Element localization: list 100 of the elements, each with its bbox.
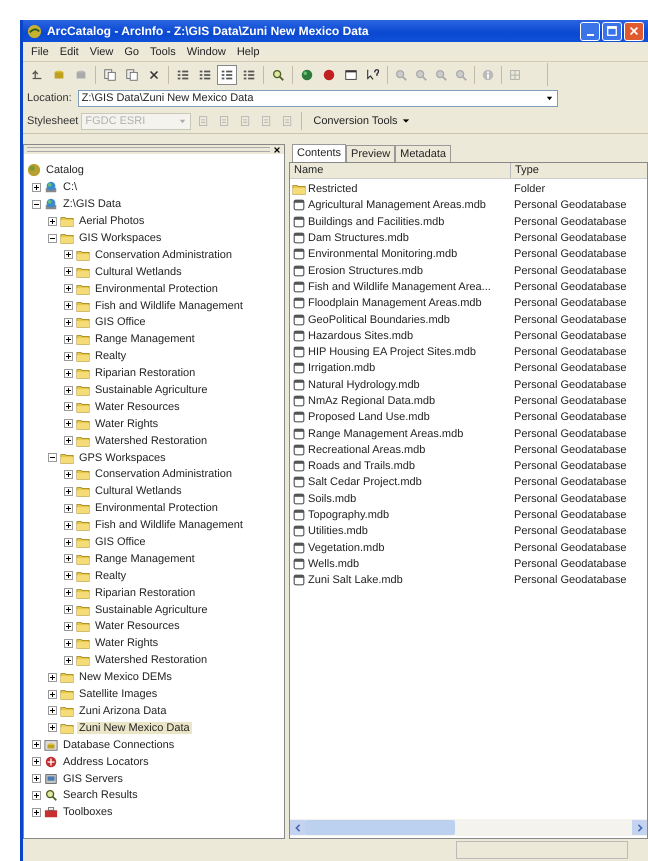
tree-item[interactable]: C:\	[61, 181, 80, 194]
expander-icon[interactable]	[64, 571, 73, 580]
tree-item[interactable]: Riparian Restoration	[93, 367, 198, 380]
file-name[interactable]: Dam Structures.mdb	[308, 232, 409, 244]
expander-icon[interactable]	[64, 504, 73, 513]
menu-item[interactable]: Window	[184, 44, 228, 58]
menu-item[interactable]: View	[88, 44, 116, 58]
menu-item[interactable]: Go	[122, 44, 142, 58]
tree-item[interactable]: Z:\GIS Data	[61, 198, 124, 210]
expander-icon[interactable]	[64, 352, 73, 361]
column-header[interactable]: Name	[290, 163, 510, 178]
tree-item[interactable]: Fish and Wildlife Management	[93, 300, 245, 312]
tree-item[interactable]: Water Resources	[93, 400, 182, 413]
expander-icon[interactable]	[64, 520, 73, 530]
file-name[interactable]: HIP Housing EA Project Sites.mdb	[308, 346, 476, 358]
expander-icon[interactable]	[48, 706, 57, 716]
tab[interactable]: Contents	[292, 144, 346, 162]
menu-item[interactable]: Help	[234, 44, 262, 58]
expander-icon[interactable]	[64, 638, 73, 648]
file-name[interactable]: Zuni Salt Lake.mdb	[308, 574, 403, 586]
tree-item[interactable]: Water Resources	[93, 620, 182, 632]
scrollbar-thumb[interactable]	[305, 820, 455, 835]
expander-icon[interactable]	[48, 672, 57, 682]
tree-item[interactable]: Aerial Photos	[77, 215, 146, 228]
tree-item[interactable]: Water Rights	[93, 418, 160, 430]
expander-icon[interactable]	[32, 808, 41, 817]
expander-icon[interactable]	[64, 470, 73, 479]
file-name[interactable]: Wells.mdb	[308, 558, 360, 570]
file-name[interactable]: Environmental Monitoring.mdb	[308, 248, 458, 260]
tree-item[interactable]: Water Rights	[93, 637, 160, 650]
file-name[interactable]: Proposed Land Use.mdb	[308, 411, 430, 424]
tree-item[interactable]: Realty	[93, 350, 128, 362]
expander-icon[interactable]	[64, 622, 73, 631]
file-name[interactable]: Recreational Areas.mdb	[308, 444, 426, 456]
expander-icon[interactable]	[48, 216, 57, 226]
file-name[interactable]: Salt Cedar Project.mdb	[308, 476, 422, 488]
tree-item[interactable]: Zuni Arizona Data	[77, 704, 168, 717]
tree-item[interactable]: Fish and Wildlife Management	[93, 519, 245, 532]
minimize-button[interactable]	[580, 22, 600, 40]
expander-icon[interactable]	[32, 790, 41, 800]
view-button[interactable]	[217, 64, 237, 84]
file-name[interactable]: Erosion Structures.mdb	[308, 264, 423, 277]
expander-icon[interactable]	[32, 182, 41, 192]
file-name[interactable]: Restricted	[308, 183, 358, 196]
expander-icon[interactable]	[64, 250, 73, 260]
tree-item[interactable]: Range Management	[93, 552, 197, 565]
column-header[interactable]: Type	[510, 163, 647, 178]
close-icon[interactable]	[273, 146, 281, 154]
expander-icon[interactable]	[32, 740, 41, 750]
tree-item[interactable]: GIS Office	[93, 316, 148, 328]
tree-item[interactable]: Database Connections	[61, 738, 176, 751]
tree-item[interactable]: GPS Workspaces	[77, 452, 168, 464]
expander-icon[interactable]	[48, 690, 57, 699]
file-name[interactable]: Utilities.mdb	[308, 525, 368, 538]
expander-icon[interactable]	[64, 486, 73, 496]
tab[interactable]: Preview	[346, 145, 396, 162]
tree-item[interactable]: Riparian Restoration	[93, 586, 198, 599]
menu-item[interactable]: File	[29, 44, 51, 58]
expander-icon[interactable]	[32, 774, 41, 783]
conversion-tools-button[interactable]: Conversion Tools	[307, 113, 416, 129]
expander-icon[interactable]	[64, 554, 73, 564]
file-name[interactable]: Range Management Areas.mdb	[308, 428, 464, 440]
expander-icon[interactable]	[64, 318, 73, 327]
menu-item[interactable]: Tools	[148, 44, 178, 58]
file-name[interactable]: GeoPolitical Boundaries.mdb	[308, 314, 450, 326]
file-name[interactable]: Floodplain Management Areas.mdb	[308, 297, 482, 310]
tree-item[interactable]: Cultural Wetlands	[93, 485, 184, 498]
expander-icon[interactable]	[64, 656, 73, 665]
tree-item[interactable]: Search Results	[61, 789, 140, 802]
expander-icon[interactable]	[64, 605, 73, 614]
tree-item[interactable]: Cultural Wetlands	[93, 266, 184, 278]
file-name[interactable]: Roads and Trails.mdb	[308, 460, 415, 472]
expander-icon[interactable]	[64, 588, 73, 598]
tree-item[interactable]: GIS Workspaces	[77, 232, 164, 244]
expander-icon[interactable]	[64, 267, 73, 276]
horizontal-scrollbar[interactable]	[290, 819, 647, 836]
file-name[interactable]: Buildings and Facilities.mdb	[308, 216, 444, 228]
maximize-button[interactable]	[602, 22, 622, 40]
tree-item[interactable]: Conservation Administration	[93, 468, 234, 480]
file-name[interactable]: Topography.mdb	[308, 509, 390, 522]
expander-icon[interactable]	[48, 234, 57, 242]
tree-item[interactable]: Range Management	[93, 333, 197, 346]
tree-item[interactable]: Satellite Images	[77, 688, 160, 700]
expander-icon[interactable]	[64, 301, 73, 310]
file-name[interactable]: Natural Hydrology.mdb	[308, 378, 420, 391]
expander-icon[interactable]	[32, 757, 41, 766]
expander-icon[interactable]	[64, 386, 73, 395]
menu-item[interactable]: Edit	[58, 44, 81, 58]
tree-item[interactable]: Watershed Restoration	[93, 434, 210, 447]
expander-icon[interactable]	[32, 200, 41, 209]
tree-item[interactable]: Watershed Restoration	[93, 654, 210, 666]
file-name[interactable]: Fish and Wildlife Management Area...	[308, 280, 491, 293]
tab[interactable]: Metadata	[395, 145, 452, 162]
file-name[interactable]: Agricultural Management Areas.mdb	[308, 199, 486, 212]
expander-icon[interactable]	[64, 402, 73, 412]
expander-icon[interactable]	[64, 368, 73, 378]
expander-icon[interactable]	[64, 334, 73, 344]
file-name[interactable]: Hazardous Sites.mdb	[308, 330, 414, 342]
expander-icon[interactable]	[64, 538, 73, 547]
tree-item[interactable]: Conservation Administration	[93, 248, 234, 261]
